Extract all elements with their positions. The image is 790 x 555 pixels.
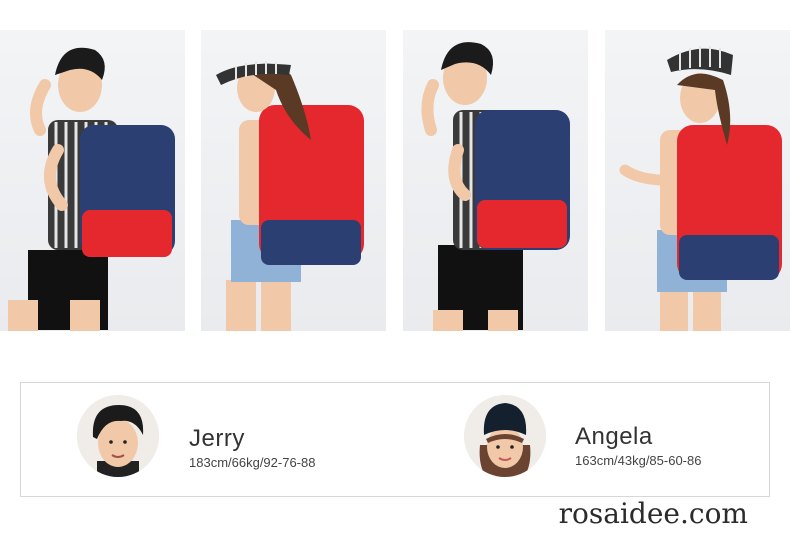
photo-gallery	[0, 30, 790, 331]
photo-angela-back	[605, 30, 790, 331]
jerry-name: Jerry	[189, 425, 245, 452]
angela-avatar	[464, 395, 546, 477]
jerry-photo-illustration	[8, 47, 175, 331]
jerry-stats: 183cm/66kg/92-76-88	[189, 455, 316, 470]
jerry-photo-illustration-2	[421, 42, 570, 331]
photo-angela-side	[201, 30, 386, 331]
model-profiles-card: Jerry 183cm/66kg/92-76-88 Angela 163cm/4…	[20, 382, 770, 497]
jerry-avatar	[77, 395, 159, 477]
angela-photo-illustration-2	[619, 46, 782, 331]
angela-name: Angela	[575, 423, 653, 450]
angela-stats: 163cm/43kg/85-60-86	[575, 453, 702, 468]
watermark-text: rosaidee.com	[558, 497, 748, 530]
photo-jerry-back	[403, 30, 588, 331]
photo-jerry-side	[0, 30, 185, 331]
angela-photo-illustration	[216, 61, 364, 331]
